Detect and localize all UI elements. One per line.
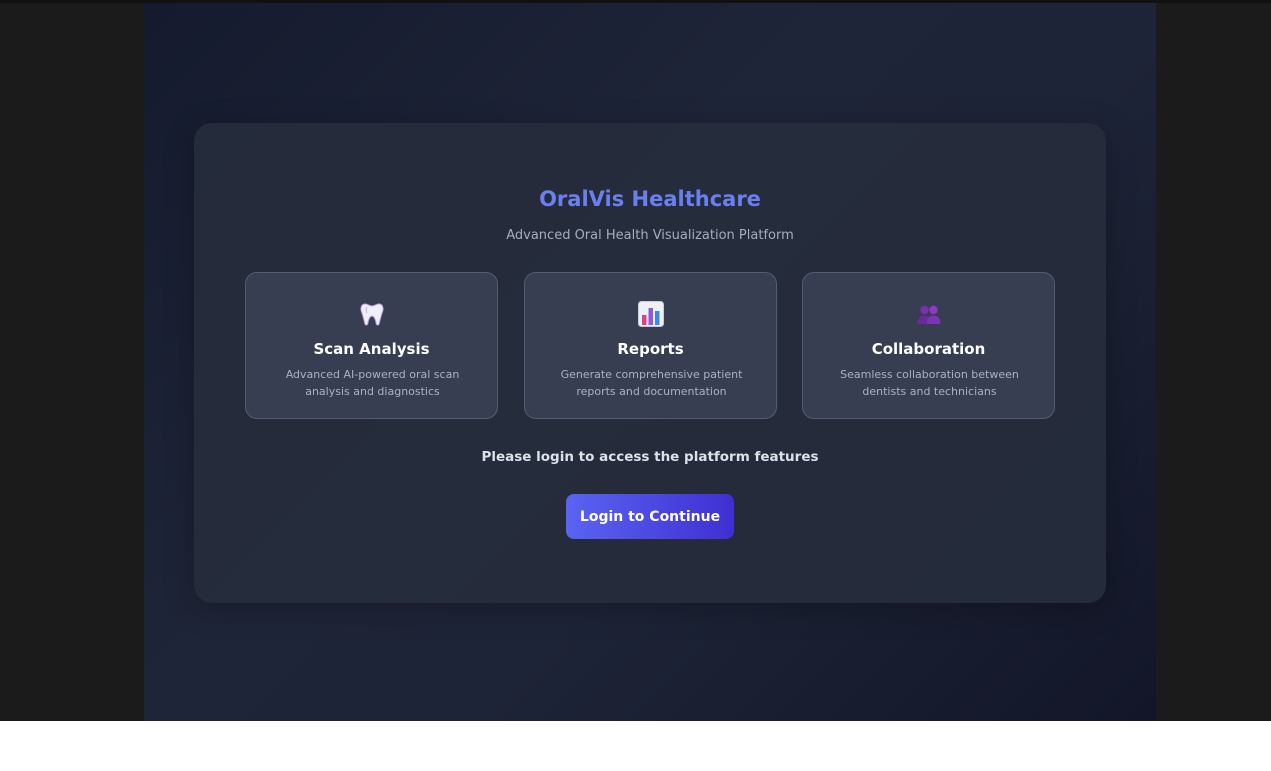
bar-chart-icon <box>525 300 776 328</box>
app-background: OralVis Healthcare Advanced Oral Health … <box>144 3 1156 721</box>
feature-title: Reports <box>617 340 684 358</box>
login-prompt: Please login to access the platform feat… <box>481 449 819 465</box>
feature-description: Generate comprehensive patient reports a… <box>560 368 743 398</box>
page-subtitle: Advanced Oral Health Visualization Platf… <box>506 228 794 243</box>
feature-description: Seamless collaboration between dentists … <box>840 368 1019 398</box>
browser-viewport: OralVis Healthcare Advanced Oral Health … <box>0 0 1271 721</box>
page-title: OralVis Healthcare <box>539 187 761 211</box>
welcome-card: OralVis Healthcare Advanced Oral Health … <box>194 123 1106 603</box>
login-button[interactable]: Login to Continue <box>566 494 734 539</box>
feature-title: Collaboration <box>871 340 986 358</box>
feature-description: Advanced AI-powered oral scan analysis a… <box>285 368 460 398</box>
feature-card-reports: Reports Generate comprehensive patient r… <box>524 272 777 419</box>
feature-title: Scan Analysis <box>313 340 430 358</box>
people-icon <box>803 300 1054 328</box>
features-grid: Scan Analysis Advanced AI-powered oral s… <box>245 272 1055 419</box>
feature-card-scan-analysis: Scan Analysis Advanced AI-powered oral s… <box>245 272 498 419</box>
feature-card-collaboration: Collaboration Seamless collaboration bet… <box>802 272 1055 419</box>
tooth-icon <box>246 300 497 328</box>
